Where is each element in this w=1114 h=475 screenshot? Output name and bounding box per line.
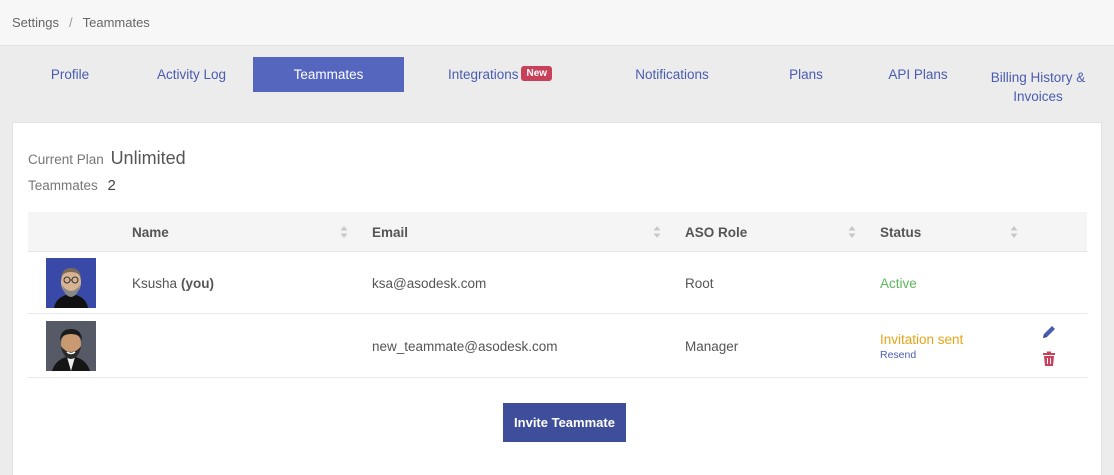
tab-plans[interactable]: Plans [766, 57, 846, 92]
edit-pencil-icon[interactable] [1041, 324, 1057, 340]
tab-profile[interactable]: Profile [20, 57, 120, 92]
settings-tabs: Profile Activity Log Teammates Integrati… [0, 57, 1114, 107]
tab-label: Activity Log [156, 67, 227, 82]
avatar [46, 321, 96, 371]
sort-icon[interactable] [653, 225, 661, 239]
teammate-name-text: Ksusha [132, 275, 178, 291]
teammate-name: Ksusha (you) [132, 252, 214, 314]
tab-teammates[interactable]: Teammates [253, 57, 404, 92]
teammates-count-label: Teammates [28, 178, 98, 193]
breadcrumb-separator: / [68, 15, 73, 30]
teammates-panel: Current Plan Unlimited Teammates 2 Name … [12, 122, 1102, 475]
tab-notifications[interactable]: Notifications [610, 57, 734, 92]
you-label: (you) [181, 275, 215, 291]
tab-integrations[interactable]: Integrations New [425, 57, 575, 92]
teammates-count: Teammates 2 [28, 177, 116, 194]
sort-icon[interactable] [340, 225, 348, 239]
status-badge: Active [880, 275, 917, 291]
teammates-count-value: 2 [107, 177, 116, 194]
column-header-label: Email [372, 224, 409, 240]
table-row: new_teammate@asodesk.com Manager Invitat… [28, 314, 1087, 378]
sort-icon[interactable] [1010, 225, 1018, 239]
current-plan-value: Unlimited [110, 148, 186, 168]
breadcrumb-item-teammates: Teammates [82, 15, 150, 30]
column-header-aso-role[interactable]: ASO Role [685, 212, 747, 252]
tab-api-plans[interactable]: API Plans [868, 57, 968, 92]
table-row: Ksusha (you) ksa@asodesk.com Root Active [28, 252, 1087, 314]
teammate-email: new_teammate@asodesk.com [372, 338, 558, 354]
teammate-email: ksa@asodesk.com [372, 275, 487, 291]
resend-link[interactable]: Resend [880, 349, 916, 361]
tab-label: Integrations [447, 67, 519, 82]
new-badge: New [521, 66, 553, 81]
teammates-table: Name Email ASO Role Status Ksusha (you) … [28, 212, 1087, 378]
tab-label: Notifications [635, 67, 709, 82]
tab-label: Teammates [293, 67, 364, 82]
invite-teammate-button[interactable]: Invite Teammate [503, 403, 626, 442]
current-plan-label: Current Plan [28, 152, 104, 167]
column-header-label: ASO Role [685, 224, 748, 240]
column-header-label: Status [880, 224, 922, 240]
tab-label-line1: Billing History & [990, 69, 1086, 85]
column-header-status[interactable]: Status [880, 212, 921, 252]
tab-label: Profile [50, 67, 90, 82]
avatar [46, 258, 96, 308]
tab-billing-history[interactable]: Billing History & Invoices [980, 57, 1096, 107]
column-header-label: Name [132, 224, 169, 240]
status-badge: Invitation sent [880, 331, 964, 347]
column-header-email[interactable]: Email [372, 212, 408, 252]
tab-label: API Plans [888, 67, 948, 82]
teammate-role: Root [685, 275, 714, 291]
tab-label: Plans [789, 67, 823, 82]
current-plan: Current Plan Unlimited [28, 148, 186, 169]
teammate-role: Manager [685, 338, 739, 354]
breadcrumb: Settings / Teammates [0, 0, 1114, 46]
tab-activity-log[interactable]: Activity Log [140, 57, 243, 92]
tab-label-line2: Invoices [1013, 88, 1063, 104]
trash-icon[interactable] [1041, 351, 1057, 367]
column-header-name[interactable]: Name [132, 212, 169, 252]
sort-icon[interactable] [848, 225, 856, 239]
breadcrumb-item-settings[interactable]: Settings [12, 15, 59, 30]
table-header: Name Email ASO Role Status [28, 212, 1087, 252]
